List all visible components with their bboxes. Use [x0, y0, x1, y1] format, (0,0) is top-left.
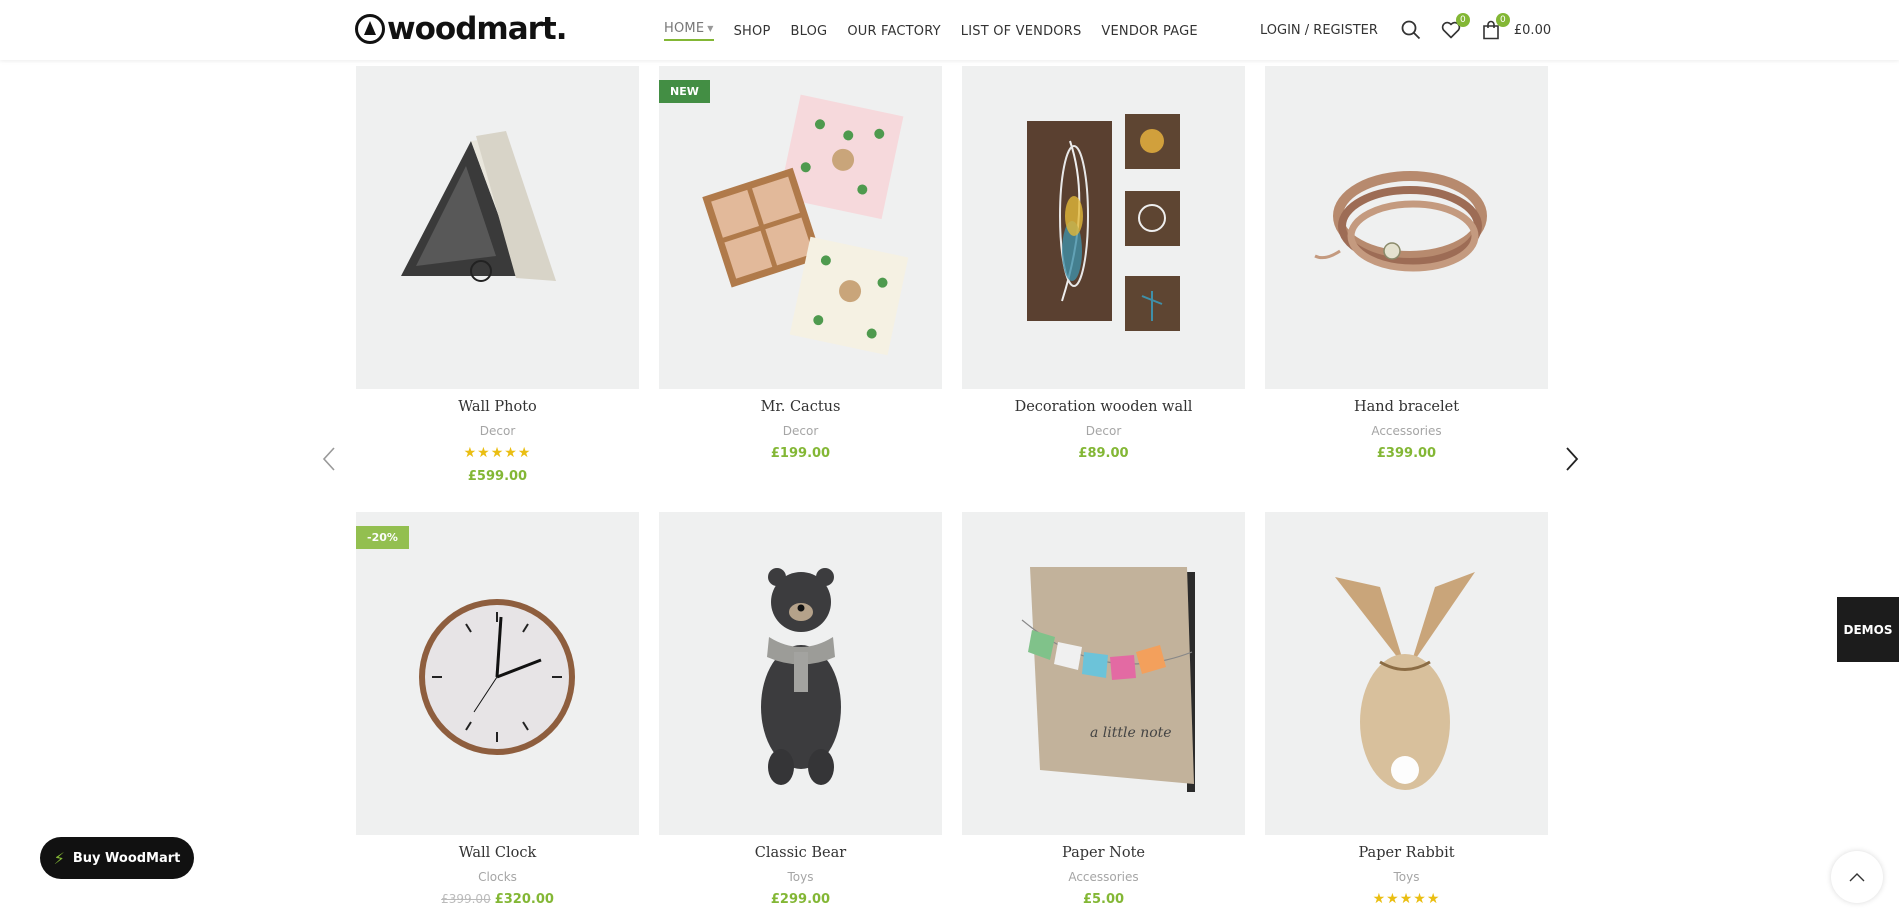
product-title[interactable]: Mr. Cactus [659, 399, 942, 415]
product-image[interactable] [659, 512, 942, 835]
product-image[interactable]: -20% [356, 512, 639, 835]
product-image[interactable]: NEW [659, 66, 942, 389]
wishlist-count-badge: 0 [1455, 13, 1470, 27]
nav-list-of-vendors[interactable]: LIST OF VENDORS [961, 21, 1082, 41]
carousel-next-button[interactable] [1562, 446, 1582, 472]
product-title[interactable]: Paper Note [962, 845, 1245, 861]
product-price: £89.00 [1078, 446, 1129, 461]
search-icon[interactable] [1400, 19, 1422, 41]
product-price: £399.00 [1376, 446, 1437, 461]
nav-vendor-page[interactable]: VENDOR PAGE [1101, 21, 1197, 41]
chevron-up-icon [1849, 873, 1865, 882]
product-card[interactable]: Hand bracelet Accessories £399.00 [1265, 66, 1548, 461]
product-card[interactable]: a little note Paper Note Accessories £5.… [962, 512, 1245, 907]
nav-our-factory[interactable]: OUR FACTORY [847, 21, 940, 41]
buy-woodmart-label: Buy WoodMart [72, 850, 181, 866]
product-card[interactable]: NEW Mr. Cactus Decor £199.00 [659, 66, 942, 461]
rating-stars: ★★★★★ [463, 445, 532, 461]
product-category[interactable]: Decor [659, 424, 942, 438]
product-category[interactable]: Accessories [962, 870, 1245, 884]
logo[interactable]: woodmart. [355, 11, 568, 47]
cart-total[interactable]: £0.00 [1514, 23, 1551, 38]
sale-price: £320.00 [494, 892, 554, 907]
rating-stars: ★★★★★ [1372, 891, 1441, 907]
cart-count-badge: 0 [1495, 13, 1510, 27]
product-image[interactable] [1265, 512, 1548, 835]
chevron-left-icon [322, 447, 335, 471]
product-card[interactable]: -20% Wall Clock Clocks £399.00 £320.00 [356, 512, 639, 907]
product-card[interactable]: Wall Photo Decor ★★★★★ £599.00 [356, 66, 639, 484]
product-price: £399.00 £320.00 [356, 892, 639, 907]
product-price: £299.00 [770, 892, 831, 907]
chevron-down-icon: ▼ [707, 24, 714, 33]
wishlist-button[interactable]: 0 [1440, 13, 1470, 41]
product-title[interactable]: Classic Bear [659, 845, 942, 861]
product-card[interactable]: Decoration wooden wall Decor £89.00 [962, 66, 1245, 461]
new-badge: NEW [659, 80, 710, 103]
product-title[interactable]: Decoration wooden wall [962, 399, 1245, 415]
product-card[interactable]: Classic Bear Toys £299.00 [659, 512, 942, 907]
nav-home-label: HOME [664, 21, 705, 36]
product-title[interactable]: Paper Rabbit [1265, 845, 1548, 861]
svg-text:a little note: a little note [1090, 725, 1172, 741]
product-image[interactable]: a little note [962, 512, 1245, 835]
logo-icon [355, 14, 385, 44]
product-category[interactable]: Decor [962, 424, 1245, 438]
product-category[interactable]: Toys [1265, 870, 1548, 884]
sale-badge: -20% [356, 526, 409, 549]
product-image[interactable] [356, 66, 639, 389]
product-price: £599.00 [467, 469, 528, 484]
logo-text: woodmart. [387, 11, 568, 47]
site-header: woodmart. HOME ▼ SHOP BLOG OUR FACTORY L… [0, 0, 1899, 60]
product-price: £5.00 [1082, 892, 1125, 907]
login-register-link[interactable]: LOGIN / REGISTER [1260, 23, 1378, 38]
product-card[interactable]: Paper Rabbit Toys ★★★★★ [1265, 512, 1548, 907]
product-image[interactable] [962, 66, 1245, 389]
product-title[interactable]: Wall Clock [356, 845, 639, 861]
nav-home[interactable]: HOME ▼ [664, 21, 714, 41]
demos-button[interactable]: DEMOS [1837, 597, 1899, 662]
old-price: £399.00 [441, 892, 491, 906]
cart-button[interactable]: 0 [1480, 13, 1510, 41]
product-price: £199.00 [770, 446, 831, 461]
main-nav: HOME ▼ SHOP BLOG OUR FACTORY LIST OF VEN… [664, 21, 1218, 41]
carousel-prev-button[interactable] [320, 446, 340, 472]
product-category[interactable]: Clocks [356, 870, 639, 884]
scroll-to-top-button[interactable] [1831, 851, 1883, 903]
product-title[interactable]: Hand bracelet [1265, 399, 1548, 415]
header-actions: LOGIN / REGISTER 0 0 £0.00 [1260, 13, 1551, 41]
chevron-right-icon [1566, 447, 1579, 471]
bolt-icon: ⚡ [53, 848, 65, 868]
product-category[interactable]: Accessories [1265, 424, 1548, 438]
product-category[interactable]: Decor [356, 424, 639, 438]
product-title[interactable]: Wall Photo [356, 399, 639, 415]
nav-blog[interactable]: BLOG [791, 21, 828, 41]
product-category[interactable]: Toys [659, 870, 942, 884]
buy-woodmart-button[interactable]: ⚡ Buy WoodMart [40, 837, 194, 879]
product-image[interactable] [1265, 66, 1548, 389]
nav-shop[interactable]: SHOP [734, 21, 771, 41]
